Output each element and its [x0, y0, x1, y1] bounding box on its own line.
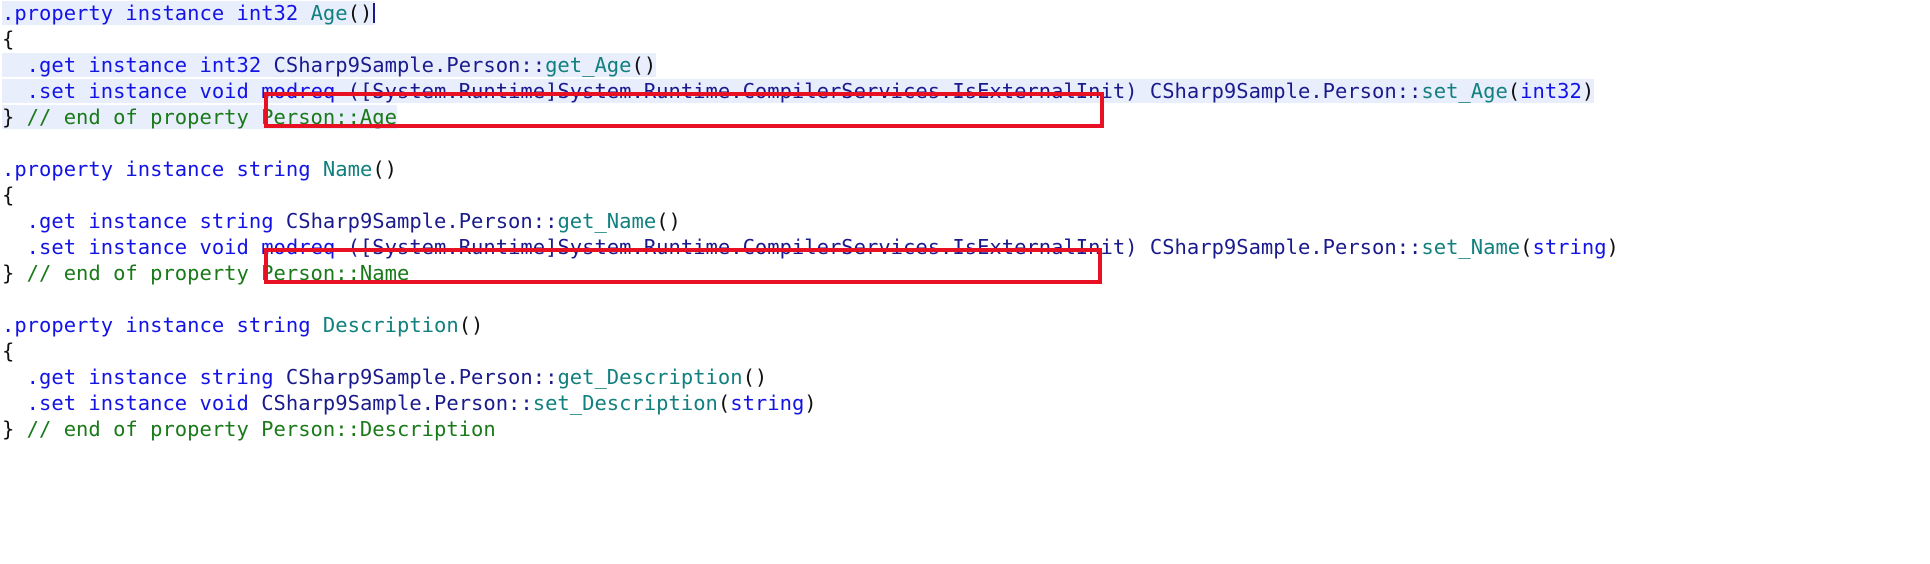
qualifier-csharp9sample-person: CSharp9Sample.Person::: [1137, 235, 1422, 259]
code-line-description-open-brace[interactable]: {: [0, 338, 1930, 364]
punctuation-parens: (): [458, 313, 484, 337]
identifier-description: Description: [310, 313, 459, 337]
identifier-set-name: set_Name: [1421, 235, 1521, 259]
punctuation-close-paren: ): [804, 391, 817, 415]
keyword-instance: instance: [76, 365, 188, 389]
punctuation-parens: (): [347, 1, 373, 25]
punctuation-parens: (): [656, 209, 681, 233]
keyword-dot-get: .get: [2, 209, 77, 233]
brace-open: {: [2, 183, 15, 207]
code-line-description-close-brace[interactable]: } // end of property Person::Description: [0, 416, 1930, 442]
code-line-name-open-brace[interactable]: {: [0, 182, 1930, 208]
punctuation-close-paren: ): [1606, 235, 1619, 259]
code-line-age-get[interactable]: .get instance int32 CSharp9Sample.Person…: [0, 52, 1930, 78]
code-line-description-get[interactable]: .get instance string CSharp9Sample.Perso…: [0, 364, 1930, 390]
code-line-age-open-brace[interactable]: {: [0, 26, 1930, 52]
param-type-string: string: [1532, 235, 1607, 259]
keyword-dot-get: .get: [2, 53, 77, 77]
keyword-instance: instance: [113, 313, 225, 337]
code-line-name-get[interactable]: .get instance string CSharp9Sample.Perso…: [0, 208, 1930, 234]
punctuation-parens: (): [742, 365, 768, 389]
identifier-set-age: set_Age: [1421, 79, 1508, 103]
keyword-instance: instance: [76, 53, 188, 77]
keyword-dot-get: .get: [2, 365, 77, 389]
punctuation-close-paren: ): [1581, 79, 1595, 103]
keyword-modreq: modreq: [248, 235, 336, 259]
code-line-name-property-decl[interactable]: .property instance string Name(): [0, 156, 1930, 182]
brace-open: {: [2, 339, 15, 363]
punctuation-open-paren: (: [1520, 235, 1533, 259]
modreq-argument-isexternalinit: ([System.Runtime]System.Runtime.Compiler…: [335, 79, 1138, 103]
keyword-dot-set: .set: [2, 79, 77, 103]
keyword-type-int32: int32: [187, 53, 262, 77]
keyword-instance: instance: [76, 235, 188, 259]
identifier-age: Age: [298, 1, 348, 25]
code-line-name-close-brace[interactable]: } // end of property Person::Name: [0, 260, 1930, 286]
keyword-instance: instance: [113, 157, 225, 181]
keyword-dot-property: .property: [2, 313, 114, 337]
keyword-dot-property: .property: [2, 1, 114, 25]
keyword-modreq: modreq: [248, 79, 336, 103]
keyword-instance: instance: [113, 1, 225, 25]
keyword-dot-set: .set: [2, 391, 77, 415]
code-line-description-property-decl[interactable]: .property instance string Description(): [0, 312, 1930, 338]
brace-close: }: [2, 417, 15, 441]
brace-close: }: [2, 261, 15, 285]
keyword-instance: instance: [76, 391, 188, 415]
code-line-description-set[interactable]: .set instance void CSharp9Sample.Person:…: [0, 390, 1930, 416]
identifier-get-description: get_Description: [557, 365, 743, 389]
modreq-argument-isexternalinit: ([System.Runtime]System.Runtime.Compiler…: [335, 235, 1138, 259]
keyword-dot-property: .property: [2, 157, 114, 181]
qualifier-csharp9sample-person: CSharp9Sample.Person::: [261, 53, 546, 77]
keyword-type-string: string: [187, 365, 274, 389]
keyword-instance: instance: [76, 209, 188, 233]
param-type-int32: int32: [1520, 79, 1582, 103]
il-code-view[interactable]: .property instance int32 Age() { .get in…: [0, 0, 1930, 564]
keyword-type-string: string: [224, 313, 311, 337]
identifier-get-name: get_Name: [557, 209, 657, 233]
keyword-type-string: string: [224, 157, 311, 181]
identifier-get-age: get_Age: [545, 53, 632, 77]
keyword-instance: instance: [76, 79, 188, 103]
code-line-name-set[interactable]: .set instance void modreq ([System.Runti…: [0, 234, 1930, 260]
brace-open: {: [2, 27, 15, 51]
comment-end-of-property-description: // end of property Person::Description: [14, 417, 496, 441]
code-line-age-close-brace[interactable]: } // end of property Person::Age: [0, 104, 1930, 130]
punctuation-parens: (): [631, 53, 657, 77]
punctuation-open-paren: (: [717, 391, 731, 415]
qualifier-csharp9sample-person: CSharp9Sample.Person::: [273, 365, 558, 389]
brace-close: }: [2, 105, 15, 129]
qualifier-csharp9sample-person: CSharp9Sample.Person::: [273, 209, 558, 233]
keyword-type-void: void: [187, 391, 249, 415]
code-line-age-property-decl[interactable]: .property instance int32 Age(): [0, 0, 1930, 26]
keyword-type-int32: int32: [224, 1, 299, 25]
qualifier-csharp9sample-person: CSharp9Sample.Person::: [1137, 79, 1422, 103]
keyword-type-void: void: [187, 235, 249, 259]
punctuation-parens: (): [372, 157, 397, 181]
param-type-string: string: [730, 391, 805, 415]
punctuation-open-paren: (: [1507, 79, 1521, 103]
keyword-type-void: void: [187, 79, 249, 103]
code-line-age-set[interactable]: .set instance void modreq ([System.Runti…: [0, 78, 1930, 104]
keyword-type-string: string: [187, 209, 274, 233]
identifier-set-description: set_Description: [532, 391, 718, 415]
keyword-dot-set: .set: [2, 235, 77, 259]
identifier-name: Name: [310, 157, 373, 181]
text-caret: [373, 3, 376, 23]
comment-end-of-property-name: // end of property Person::Name: [14, 261, 410, 285]
qualifier-csharp9sample-person: CSharp9Sample.Person::: [248, 391, 533, 415]
comment-end-of-property-age: // end of property Person::Age: [14, 105, 397, 129]
